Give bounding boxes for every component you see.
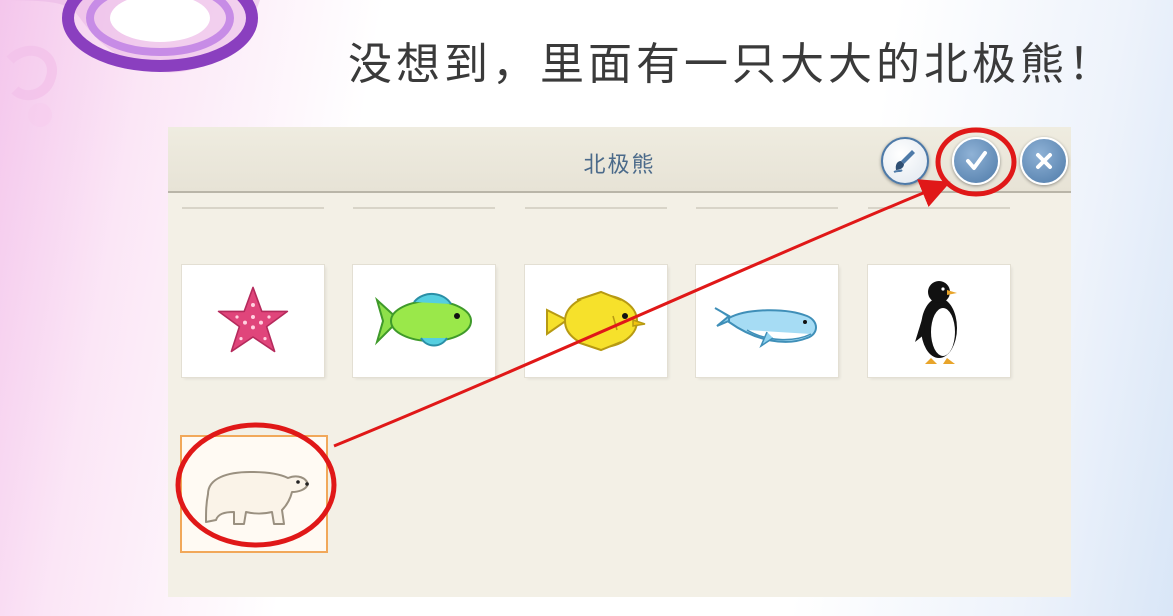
animal-card-penguin[interactable]: [868, 265, 1010, 377]
app-window: 北极熊: [168, 127, 1071, 597]
close-icon: [1036, 153, 1052, 169]
app-title: 北极熊: [583, 153, 656, 178]
slide-heading: 没想到，里面有一只大大的北极熊！: [348, 39, 1116, 90]
animal-card-polar-bear[interactable]: [180, 435, 328, 553]
animal-card-yellow-fish[interactable]: [525, 265, 667, 377]
shelf-line: [696, 207, 838, 209]
green-fish-icon: [374, 293, 472, 347]
app-topbar: 北极熊: [168, 127, 1071, 193]
yellow-fish-icon: [546, 290, 646, 352]
animal-card-green-fish[interactable]: [353, 265, 495, 377]
animal-card-whale[interactable]: [696, 265, 838, 377]
checkmark-icon: [966, 151, 987, 170]
paint-button[interactable]: [881, 137, 929, 185]
starfish-icon: [217, 286, 289, 353]
shelf-line: [525, 207, 667, 209]
penguin-icon: [915, 281, 957, 364]
shelf-line: [182, 207, 324, 209]
shelf-line: [868, 207, 1010, 209]
shelf-line: [353, 207, 495, 209]
confirm-button[interactable]: [952, 137, 1000, 185]
polar-bear-icon: [205, 471, 309, 525]
close-button[interactable]: [1020, 137, 1068, 185]
paintbrush-icon: [893, 150, 915, 173]
whale-icon: [714, 307, 817, 349]
animal-card-starfish[interactable]: [182, 265, 324, 377]
